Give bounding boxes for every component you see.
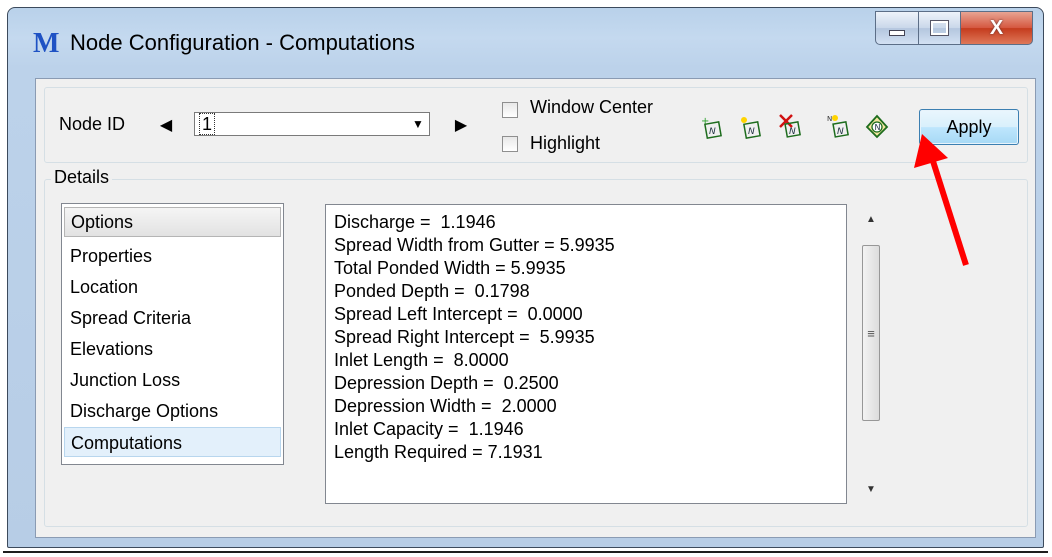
svg-text:N: N <box>709 127 716 137</box>
add-node-icon[interactable]: + N <box>700 115 726 141</box>
computation-line: Total Ponded Width = 5.9935 <box>334 258 566 278</box>
scroll-down-icon[interactable]: ▼ <box>861 479 881 499</box>
node-report-icon[interactable]: N <box>864 113 890 139</box>
dialog-client-area: Node ID ◀ 1 ▼ ▶ Window Center Highlight … <box>35 78 1036 538</box>
scroll-up-icon[interactable]: ▲ <box>861 209 881 229</box>
scrollbar-thumb[interactable]: ≡ <box>862 245 880 421</box>
close-button[interactable]: X <box>961 11 1033 45</box>
minimize-icon <box>889 30 905 36</box>
minimize-button[interactable] <box>875 11 919 45</box>
computation-line: Discharge = 1.1946 <box>334 212 496 232</box>
delete-node-icon[interactable]: N <box>778 113 804 139</box>
window-center-label: Window Center <box>530 97 654 117</box>
options-header[interactable]: Options <box>64 207 281 237</box>
rename-node-icon[interactable]: N N <box>827 113 853 139</box>
option-discharge-options[interactable]: Discharge Options <box>64 396 281 426</box>
highlight-label: Highlight <box>530 133 601 153</box>
options-list[interactable]: Options Properties Location Spread Crite… <box>61 203 284 465</box>
option-location[interactable]: Location <box>64 272 281 302</box>
computation-line: Inlet Capacity = 1.1946 <box>334 419 524 439</box>
computation-line: Spread Right Intercept = 5.9935 <box>334 327 595 347</box>
computations-output[interactable]: Discharge = 1.1946 Spread Width from Gut… <box>325 204 847 504</box>
computation-line: Depression Depth = 0.2500 <box>334 373 559 393</box>
svg-text:N: N <box>837 127 844 137</box>
annotation-arrow <box>914 134 969 266</box>
computation-line: Spread Width from Gutter = 5.9935 <box>334 235 615 255</box>
app-icon: M <box>33 28 60 59</box>
caption-buttons: X <box>875 11 1033 47</box>
option-junction-loss[interactable]: Junction Loss <box>64 365 281 395</box>
option-elevations[interactable]: Elevations <box>64 334 281 364</box>
close-icon: X <box>989 16 1004 39</box>
node-id-dropdown[interactable]: 1 ▼ <box>194 112 430 136</box>
maximize-icon <box>930 20 949 36</box>
node-id-value: 1 <box>199 113 216 135</box>
computation-line: Depression Width = 2.0000 <box>334 396 557 416</box>
svg-text:N: N <box>875 123 881 132</box>
svg-text:N: N <box>827 115 832 123</box>
option-spread-criteria[interactable]: Spread Criteria <box>64 303 281 333</box>
node-configuration-window: M Node Configuration - Computations X No… <box>3 7 1048 553</box>
option-properties[interactable]: Properties <box>64 241 281 271</box>
arrow-right-icon: ▶ <box>454 117 468 134</box>
svg-text:N: N <box>748 127 755 137</box>
next-node-button[interactable]: ▶ <box>454 116 468 134</box>
arrow-left-icon: ◀ <box>159 117 173 134</box>
computation-line: Ponded Depth = 0.1798 <box>334 281 530 301</box>
highlight-checkbox[interactable] <box>502 136 518 152</box>
computation-line: Inlet Length = 8.0000 <box>334 350 509 370</box>
computations-scrollbar[interactable]: ▲ ≡ ▼ <box>861 207 881 501</box>
maximize-button[interactable] <box>919 11 961 45</box>
computation-line: Length Required = 7.1931 <box>334 442 543 462</box>
previous-node-button[interactable]: ◀ <box>159 116 173 134</box>
svg-text:N: N <box>789 127 796 137</box>
window-center-checkbox[interactable] <box>502 102 518 118</box>
window-title: Node Configuration - Computations <box>70 30 415 55</box>
details-legend: Details <box>51 167 113 188</box>
computation-line: Spread Left Intercept = 0.0000 <box>334 304 583 324</box>
node-id-label: Node ID <box>59 114 126 134</box>
new-node-icon[interactable]: N <box>739 115 765 141</box>
option-computations[interactable]: Computations <box>64 427 281 457</box>
grip-icon: ≡ <box>867 325 875 341</box>
chevron-down-icon: ▼ <box>412 117 424 131</box>
